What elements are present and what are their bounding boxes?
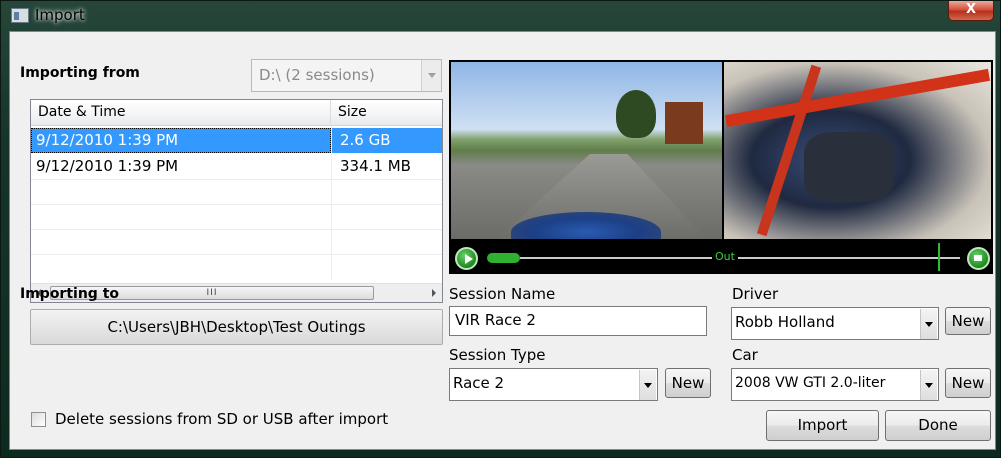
car-value: 2008 VW GTI 2.0-liter bbox=[735, 375, 886, 391]
timeline-thumb[interactable] bbox=[487, 253, 520, 263]
row-size: 2.6 GB bbox=[331, 128, 442, 153]
play-icon[interactable] bbox=[455, 247, 478, 270]
column-divider bbox=[331, 126, 332, 280]
out-marker-label: Out bbox=[712, 250, 738, 263]
chevron-down-icon bbox=[920, 309, 937, 339]
cockpit-camera-view bbox=[724, 62, 991, 239]
dialog-body: Importing from D:\ (2 sessions) Date & T… bbox=[9, 31, 996, 450]
new-car-button[interactable]: New bbox=[945, 368, 991, 398]
close-button[interactable]: X bbox=[948, 1, 994, 21]
volume-icon[interactable] bbox=[967, 247, 990, 270]
chevron-down-icon bbox=[639, 370, 656, 400]
list-item[interactable]: 9/12/2010 1:39 PM 334.1 MB bbox=[31, 154, 442, 179]
row-divider bbox=[31, 254, 442, 255]
chevron-down-icon bbox=[920, 370, 937, 400]
session-type-label: Session Type bbox=[449, 346, 546, 364]
session-list[interactable]: Date & Time Size 9/12/2010 1:39 PM 2.6 G… bbox=[30, 99, 443, 303]
row-datetime: 9/12/2010 1:39 PM bbox=[31, 128, 331, 153]
session-type-value: Race 2 bbox=[453, 374, 505, 392]
driver-label: Driver bbox=[732, 285, 779, 303]
row-datetime: 9/12/2010 1:39 PM bbox=[36, 157, 179, 175]
delete-after-import-label: Delete sessions from SD or USB after imp… bbox=[55, 410, 389, 428]
row-divider bbox=[31, 204, 442, 205]
scroll-right-icon[interactable] bbox=[425, 284, 442, 302]
list-item[interactable]: 9/12/2010 1:39 PM 2.6 GB bbox=[31, 128, 442, 153]
importing-from-label: Importing from bbox=[20, 65, 140, 81]
video-timeline[interactable] bbox=[520, 257, 960, 259]
importing-to-label: Importing to bbox=[20, 286, 120, 302]
row-divider bbox=[31, 179, 442, 180]
car-label: Car bbox=[732, 346, 758, 364]
driver-dropdown[interactable]: Robb Holland bbox=[731, 307, 939, 340]
done-button[interactable]: Done bbox=[885, 410, 991, 441]
column-header-size[interactable]: Size bbox=[331, 100, 442, 126]
chevron-down-icon bbox=[421, 60, 441, 91]
car-dropdown[interactable]: 2008 VW GTI 2.0-liter bbox=[731, 368, 939, 401]
driver-value: Robb Holland bbox=[735, 313, 835, 331]
source-dropdown[interactable]: D:\ (2 sessions) bbox=[251, 59, 442, 92]
row-size: 334.1 MB bbox=[340, 157, 411, 175]
list-header: Date & Time Size bbox=[31, 100, 442, 126]
session-type-dropdown[interactable]: Race 2 bbox=[449, 368, 658, 401]
front-camera-view bbox=[451, 62, 722, 239]
video-controls: Out bbox=[449, 241, 993, 274]
delete-after-import-checkbox[interactable] bbox=[31, 412, 46, 427]
session-name-input[interactable]: VIR Race 2 bbox=[449, 306, 707, 336]
source-value: D:\ (2 sessions) bbox=[259, 66, 375, 84]
new-session-type-button[interactable]: New bbox=[665, 368, 711, 398]
row-divider bbox=[31, 229, 442, 230]
title-bar[interactable]: Import X bbox=[1, 1, 1001, 31]
import-window: Import X Importing from D:\ (2 sessions)… bbox=[0, 0, 1001, 458]
video-player: Out bbox=[449, 60, 993, 274]
import-button[interactable]: Import bbox=[766, 410, 879, 441]
out-marker[interactable] bbox=[938, 243, 940, 271]
new-driver-button[interactable]: New bbox=[945, 307, 991, 335]
destination-path-button[interactable]: C:\Users\JBH\Desktop\Test Outings bbox=[30, 309, 443, 345]
session-name-label: Session Name bbox=[449, 285, 556, 303]
window-title: Import bbox=[35, 6, 85, 24]
column-header-date-time[interactable]: Date & Time bbox=[31, 100, 331, 126]
app-icon bbox=[11, 8, 29, 23]
